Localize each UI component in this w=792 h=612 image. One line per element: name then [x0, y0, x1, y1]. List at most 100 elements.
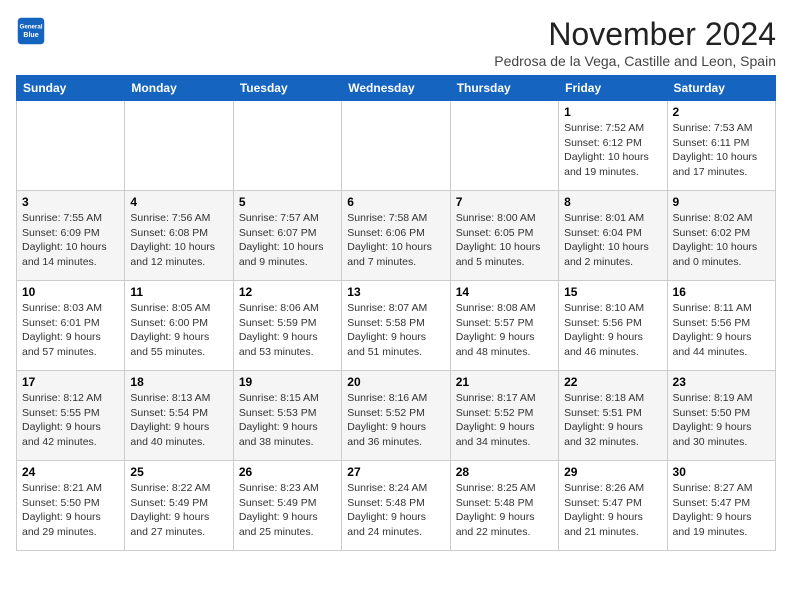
day-number: 10	[22, 285, 119, 299]
week-row-5: 24Sunrise: 8:21 AMSunset: 5:50 PMDayligh…	[17, 461, 776, 551]
calendar-cell: 7 Sunrise: 8:00 AMSunset: 6:05 PMDaylight…	[450, 191, 558, 281]
calendar-cell: 24Sunrise: 8:21 AMSunset: 5:50 PMDayligh…	[17, 461, 125, 551]
day-header-saturday: Saturday	[667, 76, 775, 101]
calendar-body: 1Sunrise: 7:52 AMSunset: 6:12 PMDaylight…	[17, 101, 776, 551]
day-info: Sunrise: 8:15 AMSunset: 5:53 PMDaylight:…	[239, 391, 336, 450]
day-header-wednesday: Wednesday	[342, 76, 450, 101]
day-number: 30	[673, 465, 770, 479]
day-number: 13	[347, 285, 444, 299]
day-info: Sunrise: 8:27 AMSunset: 5:47 PMDaylight:…	[673, 481, 770, 540]
day-number: 17	[22, 375, 119, 389]
calendar-cell: 23 Sunrise: 8:19 AMSunset: 5:50 PMDayligh…	[667, 371, 775, 461]
day-info: Sunrise: 8:12 AMSunset: 5:55 PMDaylight:…	[22, 391, 119, 450]
calendar-cell: 6 Sunrise: 7:58 AMSunset: 6:06 PMDaylight…	[342, 191, 450, 281]
day-header-tuesday: Tuesday	[233, 76, 341, 101]
day-info: Sunrise: 8:10 AMSunset: 5:56 PMDaylight:…	[564, 301, 661, 360]
day-info: Sunrise: 8:05 AMSunset: 6:00 PMDaylight:…	[130, 301, 227, 360]
calendar-cell	[342, 101, 450, 191]
calendar-cell: 17 Sunrise: 8:12 AMSunset: 5:55 PMDayligh…	[17, 371, 125, 461]
day-info: Sunrise: 8:19 AMSunset: 5:50 PMDaylight:…	[673, 391, 770, 450]
calendar-cell: 14 Sunrise: 8:08 AMSunset: 5:57 PMDayligh…	[450, 281, 558, 371]
calendar-cell: 13 Sunrise: 8:07 AMSunset: 5:58 PMDayligh…	[342, 281, 450, 371]
calendar-cell: 12 Sunrise: 8:06 AMSunset: 5:59 PMDayligh…	[233, 281, 341, 371]
calendar-cell: 2 Sunrise: 7:53 AMSunset: 6:11 PMDaylight…	[667, 101, 775, 191]
day-info: Sunrise: 8:17 AMSunset: 5:52 PMDaylight:…	[456, 391, 553, 450]
calendar-cell: 28 Sunrise: 8:25 AMSunset: 5:48 PMDayligh…	[450, 461, 558, 551]
day-info: Sunrise: 8:06 AMSunset: 5:59 PMDaylight:…	[239, 301, 336, 360]
day-info: Sunrise: 8:16 AMSunset: 5:52 PMDaylight:…	[347, 391, 444, 450]
day-number: 11	[130, 285, 227, 299]
day-info: Sunrise: 8:00 AMSunset: 6:05 PMDaylight:…	[456, 211, 553, 270]
day-number: 19	[239, 375, 336, 389]
day-number: 9	[673, 195, 770, 209]
day-number: 28	[456, 465, 553, 479]
day-number: 29	[564, 465, 661, 479]
week-row-2: 3 Sunrise: 7:55 AMSunset: 6:09 PMDaylight…	[17, 191, 776, 281]
day-info: Sunrise: 8:18 AMSunset: 5:51 PMDaylight:…	[564, 391, 661, 450]
page-header: General Blue November 2024 Pedrosa de la…	[16, 16, 776, 69]
day-number: 5	[239, 195, 336, 209]
day-number: 20	[347, 375, 444, 389]
day-info: Sunrise: 7:55 AMSunset: 6:09 PMDaylight:…	[22, 211, 119, 270]
calendar-cell: 1Sunrise: 7:52 AMSunset: 6:12 PMDaylight…	[559, 101, 667, 191]
calendar-cell	[233, 101, 341, 191]
day-info: Sunrise: 7:52 AMSunset: 6:12 PMDaylight:…	[564, 121, 661, 180]
month-title: November 2024	[494, 16, 776, 53]
calendar-cell: 16 Sunrise: 8:11 AMSunset: 5:56 PMDayligh…	[667, 281, 775, 371]
day-header-sunday: Sunday	[17, 76, 125, 101]
day-number: 3	[22, 195, 119, 209]
day-header-monday: Monday	[125, 76, 233, 101]
day-info: Sunrise: 8:03 AMSunset: 6:01 PMDaylight:…	[22, 301, 119, 360]
logo-icon: General Blue	[16, 16, 46, 46]
day-number: 7	[456, 195, 553, 209]
day-number: 4	[130, 195, 227, 209]
calendar-cell: 22 Sunrise: 8:18 AMSunset: 5:51 PMDayligh…	[559, 371, 667, 461]
day-header-friday: Friday	[559, 76, 667, 101]
week-row-4: 17 Sunrise: 8:12 AMSunset: 5:55 PMDayligh…	[17, 371, 776, 461]
day-number: 6	[347, 195, 444, 209]
calendar-cell	[450, 101, 558, 191]
day-info: Sunrise: 8:23 AMSunset: 5:49 PMDaylight:…	[239, 481, 336, 540]
day-info: Sunrise: 8:25 AMSunset: 5:48 PMDaylight:…	[456, 481, 553, 540]
calendar-cell: 20 Sunrise: 8:16 AMSunset: 5:52 PMDayligh…	[342, 371, 450, 461]
day-number: 2	[673, 105, 770, 119]
day-number: 23	[673, 375, 770, 389]
title-block: November 2024 Pedrosa de la Vega, Castil…	[494, 16, 776, 69]
calendar-cell: 21Sunrise: 8:17 AMSunset: 5:52 PMDayligh…	[450, 371, 558, 461]
day-header-thursday: Thursday	[450, 76, 558, 101]
day-number: 12	[239, 285, 336, 299]
day-info: Sunrise: 8:26 AMSunset: 5:47 PMDaylight:…	[564, 481, 661, 540]
day-info: Sunrise: 8:02 AMSunset: 6:02 PMDaylight:…	[673, 211, 770, 270]
day-number: 15	[564, 285, 661, 299]
calendar-table: SundayMondayTuesdayWednesdayThursdayFrid…	[16, 75, 776, 551]
day-number: 22	[564, 375, 661, 389]
calendar-cell: 29 Sunrise: 8:26 AMSunset: 5:47 PMDayligh…	[559, 461, 667, 551]
location: Pedrosa de la Vega, Castille and Leon, S…	[494, 53, 776, 69]
calendar-cell: 11 Sunrise: 8:05 AMSunset: 6:00 PMDayligh…	[125, 281, 233, 371]
calendar-cell: 4Sunrise: 7:56 AMSunset: 6:08 PMDaylight…	[125, 191, 233, 281]
day-info: Sunrise: 8:01 AMSunset: 6:04 PMDaylight:…	[564, 211, 661, 270]
calendar-cell: 10 Sunrise: 8:03 AMSunset: 6:01 PMDayligh…	[17, 281, 125, 371]
day-info: Sunrise: 7:53 AMSunset: 6:11 PMDaylight:…	[673, 121, 770, 180]
day-info: Sunrise: 8:08 AMSunset: 5:57 PMDaylight:…	[456, 301, 553, 360]
calendar-cell: 5 Sunrise: 7:57 AMSunset: 6:07 PMDaylight…	[233, 191, 341, 281]
day-number: 16	[673, 285, 770, 299]
calendar-cell: 19 Sunrise: 8:15 AMSunset: 5:53 PMDayligh…	[233, 371, 341, 461]
day-info: Sunrise: 8:13 AMSunset: 5:54 PMDaylight:…	[130, 391, 227, 450]
day-info: Sunrise: 7:58 AMSunset: 6:06 PMDaylight:…	[347, 211, 444, 270]
day-info: Sunrise: 8:11 AMSunset: 5:56 PMDaylight:…	[673, 301, 770, 360]
day-info: Sunrise: 8:07 AMSunset: 5:58 PMDaylight:…	[347, 301, 444, 360]
svg-text:Blue: Blue	[23, 32, 38, 39]
day-number: 27	[347, 465, 444, 479]
calendar-cell: 9 Sunrise: 8:02 AMSunset: 6:02 PMDaylight…	[667, 191, 775, 281]
calendar-cell	[125, 101, 233, 191]
calendar-header-row: SundayMondayTuesdayWednesdayThursdayFrid…	[17, 76, 776, 101]
day-number: 14	[456, 285, 553, 299]
day-info: Sunrise: 7:57 AMSunset: 6:07 PMDaylight:…	[239, 211, 336, 270]
calendar-cell: 30 Sunrise: 8:27 AMSunset: 5:47 PMDayligh…	[667, 461, 775, 551]
calendar-cell: 25Sunrise: 8:22 AMSunset: 5:49 PMDayligh…	[125, 461, 233, 551]
calendar-cell: 18Sunrise: 8:13 AMSunset: 5:54 PMDayligh…	[125, 371, 233, 461]
day-info: Sunrise: 8:24 AMSunset: 5:48 PMDaylight:…	[347, 481, 444, 540]
calendar-cell: 15 Sunrise: 8:10 AMSunset: 5:56 PMDayligh…	[559, 281, 667, 371]
day-number: 26	[239, 465, 336, 479]
